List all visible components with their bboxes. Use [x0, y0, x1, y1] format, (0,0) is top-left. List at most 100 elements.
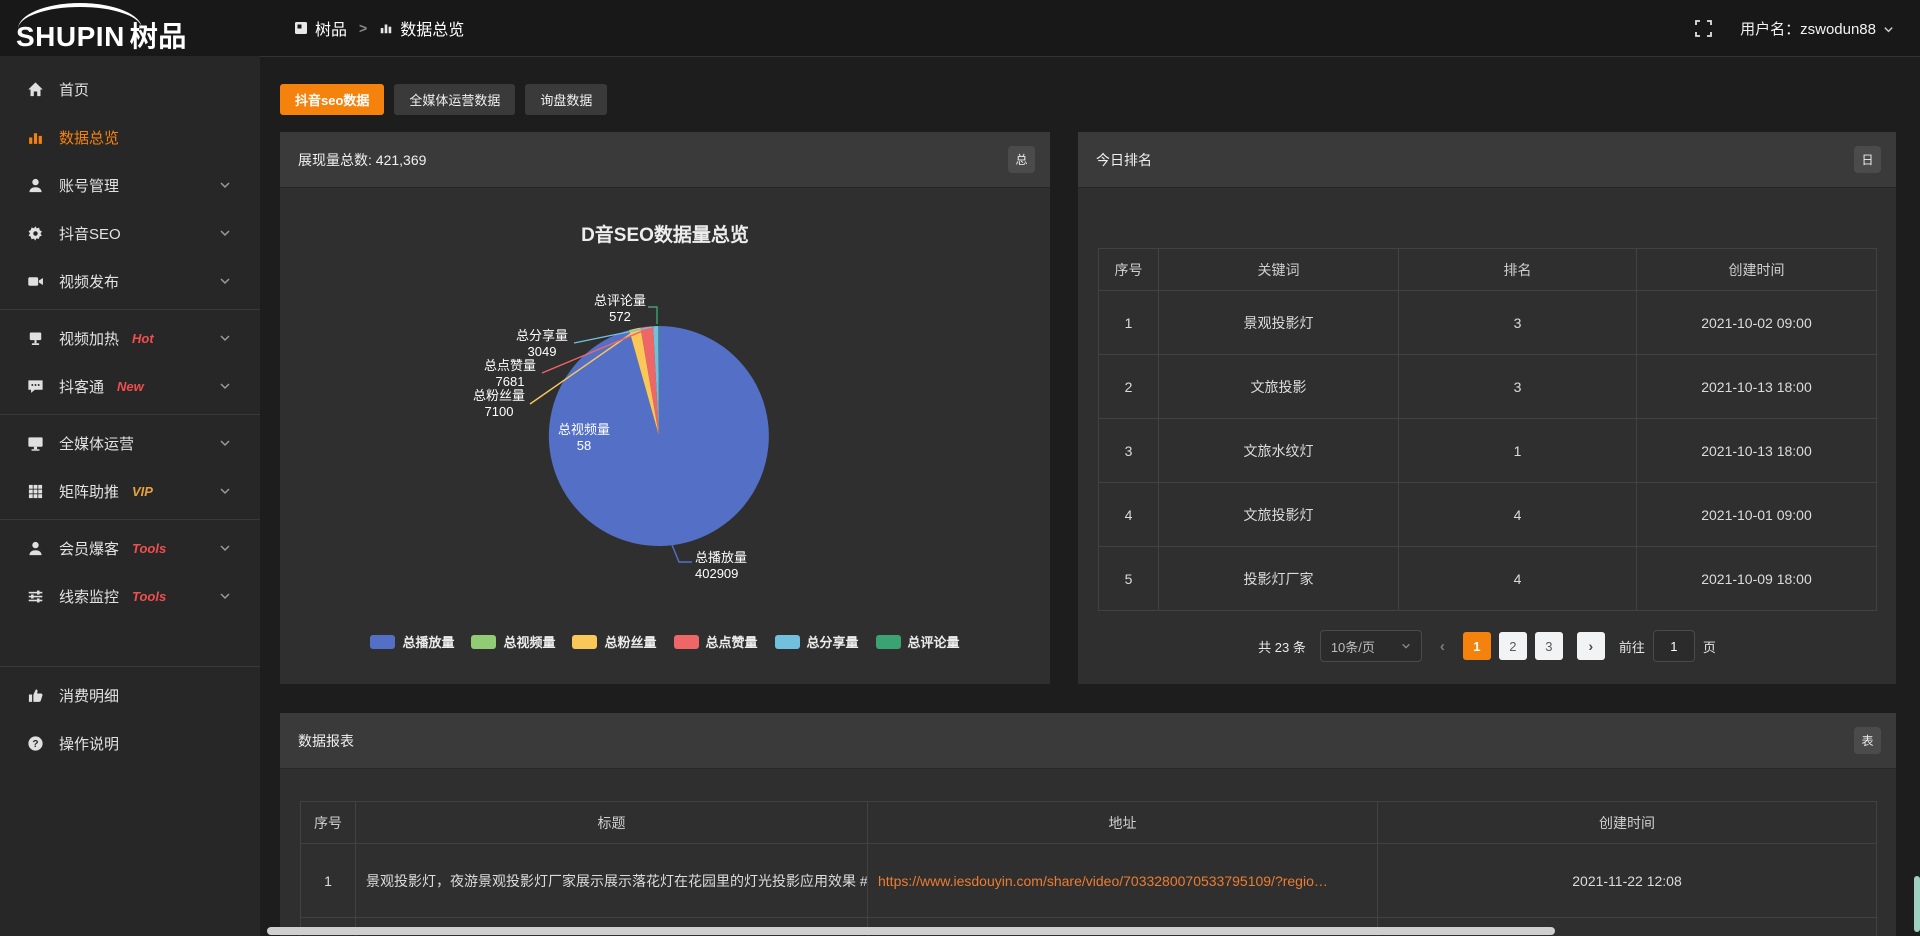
table-row[interactable]: 2文旅投影32021-10-13 18:00	[1099, 355, 1877, 419]
sidebar-item-data-overview[interactable]: 数据总览	[0, 113, 260, 161]
column-header: 创建时间	[1378, 802, 1877, 844]
sidebar-item-label: 会员爆客	[59, 538, 119, 559]
page-number-buttons: 123	[1463, 632, 1563, 660]
pagination-total: 共 23 条	[1258, 637, 1306, 656]
sidebar-item-video-publish[interactable]: 视频发布	[0, 257, 260, 305]
legend-label: 总播放量	[402, 632, 454, 651]
pie-slice-3[interactable]	[641, 326, 660, 436]
pie-slice-1[interactable]	[629, 330, 659, 436]
member-icon	[27, 540, 44, 557]
pie-callout-4: 总分享量3049	[482, 328, 602, 360]
pie-callout-value: 7100	[439, 404, 559, 420]
table-row[interactable]: 3文旅水纹灯12021-10-13 18:00	[1099, 419, 1877, 483]
pagination: 共 23 条 10条/页 ‹ 123 › 前往 页	[1078, 630, 1896, 662]
sidebar-item-douyin-seo[interactable]: 抖音SEO	[0, 209, 260, 257]
user-icon	[27, 177, 44, 194]
pie-callout-value: 572	[560, 309, 680, 325]
next-page-button[interactable]: ›	[1577, 632, 1605, 660]
sidebar-item-label: 视频加热	[59, 328, 119, 349]
gear-icon	[27, 225, 44, 242]
chevron-down-icon	[219, 542, 231, 554]
pie-chart	[280, 132, 1050, 684]
username-label: 用户名：zswodun88	[1740, 18, 1876, 39]
chevron-down-icon	[1401, 641, 1411, 651]
breadcrumb-root[interactable]: 树品	[294, 16, 347, 40]
sidebar-item-home[interactable]: 首页	[0, 65, 260, 113]
pie-callout-0: 总播放量402909	[695, 550, 747, 582]
pie-callout-label: 总点赞量	[450, 358, 570, 374]
sidebar-item-account-manage[interactable]: 账号管理	[0, 161, 260, 209]
legend-item-0[interactable]: 总播放量	[370, 632, 454, 651]
legend-swatch	[370, 635, 395, 649]
table-cell: 2021-10-13 18:00	[1637, 419, 1877, 483]
prev-page-button[interactable]: ‹	[1436, 638, 1449, 655]
tab-inquiry-data[interactable]: 询盘数据	[525, 84, 607, 115]
legend-item-3[interactable]: 总点赞量	[674, 632, 758, 651]
page-size-select[interactable]: 10条/页	[1320, 630, 1422, 662]
legend-label: 总视频量	[503, 632, 555, 651]
legend-item-1[interactable]: 总视频量	[471, 632, 555, 651]
url-link[interactable]: https://www.iesdouyin.com/share/video/70…	[868, 844, 1378, 918]
table-cell: 2021-10-02 09:00	[1637, 291, 1877, 355]
tab-bar: 抖音seo数据全媒体运营数据询盘数据	[280, 84, 607, 115]
report-table: 序号标题地址创建时间1景观投影灯，夜游景观投影灯厂家展示展示落花灯在花园里的灯光…	[300, 801, 1877, 936]
breadcrumb-separator: >	[359, 20, 367, 36]
sidebar-item-media-operation[interactable]: 全媒体运营	[0, 419, 260, 467]
page-size-value: 10条/页	[1331, 637, 1375, 656]
sidebar-item-video-heat[interactable]: 视频加热 Hot	[0, 314, 260, 362]
sidebar-item-clue-monitor[interactable]: 线索监控Tools	[0, 572, 260, 620]
pie-callout-value: 3049	[482, 344, 602, 360]
table-view-button[interactable]: 表	[1854, 727, 1881, 754]
tab-media-operation-data[interactable]: 全媒体运营数据	[394, 84, 515, 115]
legend-item-5[interactable]: 总评论量	[876, 632, 960, 651]
table-row[interactable]: 1景观投影灯32021-10-02 09:00	[1099, 291, 1877, 355]
user-menu[interactable]: 用户名：zswodun88	[1740, 18, 1894, 39]
sidebar-divider	[0, 414, 260, 415]
sidebar-item-badge: Tools	[132, 541, 166, 556]
goto-page-input[interactable]	[1653, 630, 1695, 662]
sidebar-item-matrix-boost[interactable]: 矩阵助推VIP	[0, 467, 260, 515]
pie-slice-5[interactable]	[658, 326, 659, 436]
pie-callout-label: 总粉丝量	[439, 388, 559, 404]
sidebar-item-label: 抖客通	[59, 376, 104, 397]
daily-view-button[interactable]: 日	[1854, 146, 1881, 173]
sidebar-item-consumption[interactable]: 消费明细	[0, 671, 260, 719]
table-cell: 文旅投影	[1159, 355, 1399, 419]
thumbs-up-icon	[27, 687, 44, 704]
page-button-2[interactable]: 2	[1499, 632, 1527, 660]
table-cell: 4	[1099, 483, 1159, 547]
total-view-button[interactable]: 总	[1008, 146, 1035, 173]
pie-callout-label: 总视频量	[524, 422, 644, 438]
breadcrumb-current[interactable]: 数据总览	[379, 16, 464, 40]
table-row[interactable]: 4文旅投影灯42021-10-01 09:00	[1099, 483, 1877, 547]
table-cell: 2021-10-13 18:00	[1637, 355, 1877, 419]
svg-text:?: ?	[32, 738, 38, 749]
title-cell: 景观投影灯，夜游景观投影灯厂家展示展示落花灯在花园里的灯光投影应用效果 #	[356, 844, 868, 918]
table-cell: 4	[1399, 483, 1637, 547]
page-button-3[interactable]: 3	[1535, 632, 1563, 660]
sidebar-item-doukertong[interactable]: 抖客通 New	[0, 362, 260, 410]
pie-slice-2[interactable]	[629, 328, 659, 436]
app-logo: SHUPIN树品	[0, 0, 260, 56]
tab-douyin-seo-data[interactable]: 抖音seo数据	[280, 84, 384, 115]
legend-label: 总点赞量	[706, 632, 758, 651]
main-content: 抖音seo数据全媒体运营数据询盘数据 展现量总数: 421,369 总 D音SE…	[260, 56, 1920, 936]
legend-item-2[interactable]: 总粉丝量	[572, 632, 656, 651]
legend-item-4[interactable]: 总分享量	[775, 632, 859, 651]
ranking-table: 序号关键词排名创建时间1景观投影灯32021-10-02 09:002文旅投影3…	[1098, 248, 1877, 611]
table-row[interactable]: 5投影灯厂家42021-10-09 18:00	[1099, 547, 1877, 611]
sidebar-item-badge: New	[117, 379, 144, 394]
pie-slice-4[interactable]	[653, 326, 659, 436]
table-cell: 1	[1399, 419, 1637, 483]
vertical-scrollbar-thumb[interactable]	[1914, 876, 1920, 932]
sidebar-item-member-baoke[interactable]: 会员爆客 Tools	[0, 524, 260, 572]
chevron-down-icon	[219, 179, 231, 191]
table-row[interactable]: 1景观投影灯，夜游景观投影灯厂家展示展示落花灯在花园里的灯光投影应用效果 #ht…	[301, 844, 1877, 918]
sidebar-item-instructions[interactable]: ?操作说明	[0, 719, 260, 767]
horizontal-scrollbar-thumb[interactable]	[267, 927, 1555, 935]
bar-chart-icon	[379, 21, 393, 35]
column-header: 序号	[1099, 249, 1159, 291]
page-button-1[interactable]: 1	[1463, 632, 1491, 660]
fullscreen-icon[interactable]	[1695, 20, 1712, 37]
sidebar-item-badge: Hot	[132, 331, 154, 346]
